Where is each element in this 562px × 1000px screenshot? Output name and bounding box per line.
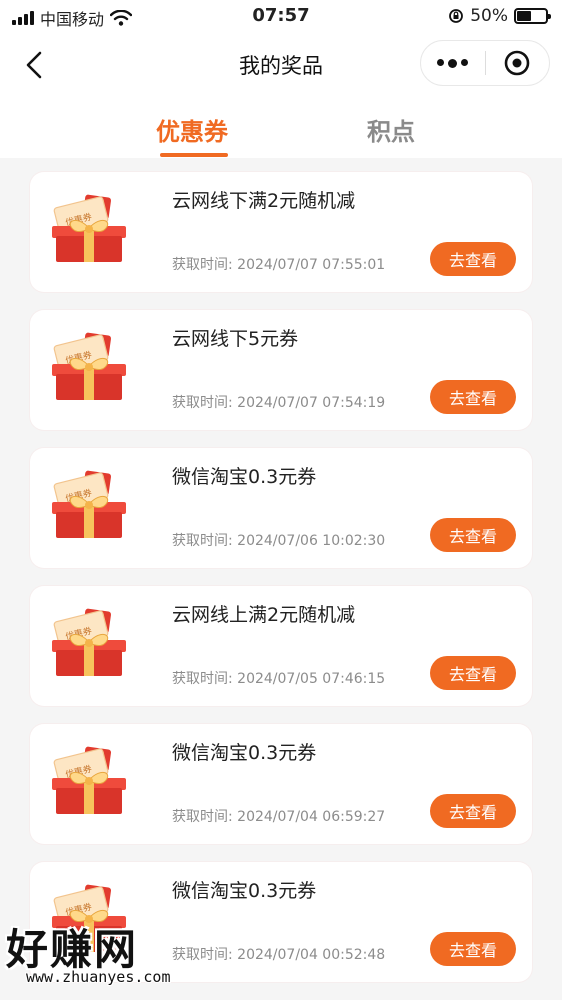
gift-coupon-icon: 优惠券 <box>52 470 126 538</box>
prize-card[interactable]: 优惠券 微信淘宝0.3元券 获取时间: 2024/07/04 06:59:27 … <box>30 724 532 844</box>
tab-points[interactable]: 积点 <box>367 112 415 147</box>
gift-coupon-icon: 优惠券 <box>52 332 126 400</box>
prize-title: 云网线下5元券 <box>172 328 299 350</box>
view-button[interactable]: 去查看 <box>430 518 516 552</box>
prize-time: 获取时间: 2024/07/04 06:59:27 <box>172 809 386 825</box>
battery-icon <box>514 8 551 24</box>
nav-bar: 我的奖品 <box>0 34 562 94</box>
status-bar: 中国移动 07:57 50% <box>0 0 562 34</box>
view-button[interactable]: 去查看 <box>430 242 516 276</box>
mini-program-capsule <box>420 40 550 86</box>
tab-bar: 优惠券 积点 <box>0 94 562 158</box>
prize-title: 微信淘宝0.3元券 <box>172 466 317 488</box>
prize-time: 获取时间: 2024/07/07 07:54:19 <box>172 395 386 411</box>
watermark-url: www.zhuanyes.com <box>26 968 171 986</box>
prize-title: 微信淘宝0.3元券 <box>172 742 317 764</box>
prize-card[interactable]: 优惠券 云网线下满2元随机减 获取时间: 2024/07/07 07:55:01… <box>30 172 532 292</box>
tab-coupons[interactable]: 优惠券 <box>156 112 228 147</box>
view-button[interactable]: 去查看 <box>430 380 516 414</box>
prize-title: 云网线上满2元随机减 <box>172 604 356 626</box>
view-button[interactable]: 去查看 <box>430 656 516 690</box>
more-icon[interactable] <box>421 58 485 68</box>
prize-card[interactable]: 优惠券 云网线上满2元随机减 获取时间: 2024/07/05 07:46:15… <box>30 586 532 706</box>
gift-coupon-icon: 优惠券 <box>52 746 126 814</box>
close-miniprogram-icon[interactable] <box>486 50 550 76</box>
gift-coupon-icon: 优惠券 <box>52 608 126 676</box>
prize-time: 获取时间: 2024/07/06 10:02:30 <box>172 533 386 549</box>
watermark: 好赚网 www.zhuanyes.com <box>0 916 200 996</box>
orientation-lock-icon <box>449 9 464 23</box>
prize-card[interactable]: 优惠券 云网线下5元券 获取时间: 2024/07/07 07:54:19 去查… <box>30 310 532 430</box>
view-button[interactable]: 去查看 <box>430 932 516 966</box>
prize-time: 获取时间: 2024/07/05 07:46:15 <box>172 671 386 687</box>
battery-percent: 50% <box>470 6 508 26</box>
prize-time: 获取时间: 2024/07/04 00:52:48 <box>172 947 386 963</box>
status-right: 50% <box>448 6 551 26</box>
prize-title: 微信淘宝0.3元券 <box>172 880 317 902</box>
prize-time: 获取时间: 2024/07/07 07:55:01 <box>172 257 386 273</box>
prize-title: 云网线下满2元随机减 <box>172 190 356 212</box>
gift-coupon-icon: 优惠券 <box>52 194 126 262</box>
active-tab-indicator <box>160 153 228 157</box>
view-button[interactable]: 去查看 <box>430 794 516 828</box>
prize-card[interactable]: 优惠券 微信淘宝0.3元券 获取时间: 2024/07/06 10:02:30 … <box>30 448 532 568</box>
